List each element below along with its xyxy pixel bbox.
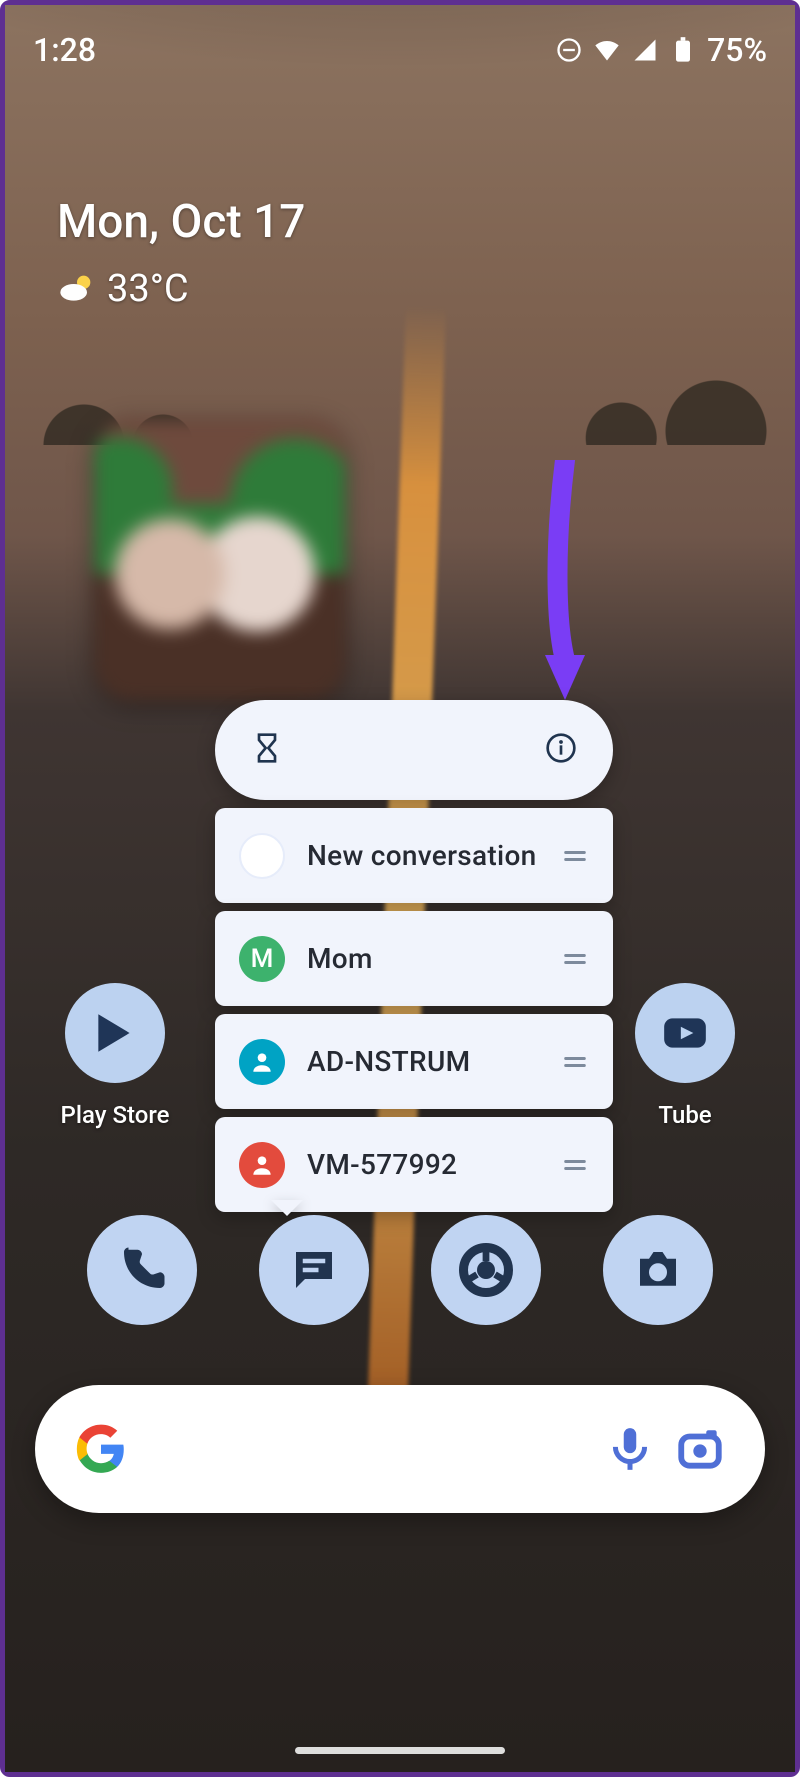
signal-icon — [631, 36, 659, 64]
google-search-bar[interactable] — [35, 1385, 765, 1513]
annotation-arrow — [545, 460, 585, 700]
weather-temp: 33°C — [107, 267, 189, 311]
google-g-icon — [75, 1423, 127, 1475]
phone-icon — [115, 1243, 169, 1297]
date-text: Mon, Oct 17 — [57, 195, 305, 249]
dock — [5, 1215, 795, 1325]
person-icon — [249, 1152, 275, 1178]
app-label: Play Store — [61, 1101, 170, 1129]
weather-row: 33°C — [57, 267, 305, 311]
app-playstore[interactable]: Play Store — [45, 983, 185, 1129]
app-shortcut-popup: + New conversation M Mom AD-NSTRUM VM-57… — [215, 700, 613, 1212]
wifi-icon — [593, 36, 621, 64]
app-info-button[interactable] — [545, 732, 577, 768]
info-icon — [545, 732, 577, 764]
shortcut-header — [215, 700, 613, 800]
shortcut-contact-vm577992[interactable]: VM-577992 — [215, 1117, 613, 1212]
status-right: 75% — [555, 31, 767, 69]
hourglass-icon — [251, 732, 283, 764]
shortcut-new-conversation[interactable]: + New conversation — [215, 808, 613, 903]
weather-cloudy-sun-icon — [57, 269, 97, 309]
youtube-icon-bg — [635, 983, 735, 1083]
shortcut-label: New conversation — [307, 839, 539, 872]
status-battery: 75% — [707, 31, 767, 69]
shortcut-label: Mom — [307, 942, 539, 975]
photo-widget[interactable] — [95, 420, 345, 700]
dock-chrome[interactable] — [431, 1215, 541, 1325]
playstore-icon — [90, 1008, 140, 1058]
drag-handle-icon[interactable] — [561, 945, 589, 973]
plus-icon: + — [239, 833, 285, 879]
dock-phone[interactable] — [87, 1215, 197, 1325]
lens-icon[interactable] — [675, 1424, 725, 1474]
messages-icon — [287, 1243, 341, 1297]
app-youtube[interactable]: Tube — [615, 983, 755, 1129]
pause-app-button[interactable] — [251, 732, 283, 768]
playstore-icon-bg — [65, 983, 165, 1083]
drag-handle-icon[interactable] — [561, 842, 589, 870]
dock-messages[interactable] — [259, 1215, 369, 1325]
app-row: Play Store Tube — [5, 983, 795, 1129]
status-bar: 1:28 75% — [5, 25, 795, 75]
shortcut-label: VM-577992 — [307, 1148, 539, 1181]
dnd-icon — [555, 36, 583, 64]
chrome-icon — [459, 1243, 513, 1297]
mic-icon[interactable] — [605, 1424, 655, 1474]
gesture-bar[interactable] — [295, 1747, 505, 1754]
dock-camera[interactable] — [603, 1215, 713, 1325]
youtube-icon — [660, 1008, 710, 1058]
contact-avatar — [239, 1142, 285, 1188]
camera-icon — [631, 1243, 685, 1297]
app-label: Tube — [658, 1101, 711, 1129]
contact-avatar: M — [239, 936, 285, 982]
battery-icon — [669, 36, 697, 64]
drag-handle-icon[interactable] — [561, 1151, 589, 1179]
at-a-glance-widget[interactable]: Mon, Oct 17 33°C — [57, 195, 305, 311]
phone-frame: 1:28 75% Mon, Oct 17 33°C — [0, 0, 800, 1777]
status-time: 1:28 — [33, 31, 96, 69]
